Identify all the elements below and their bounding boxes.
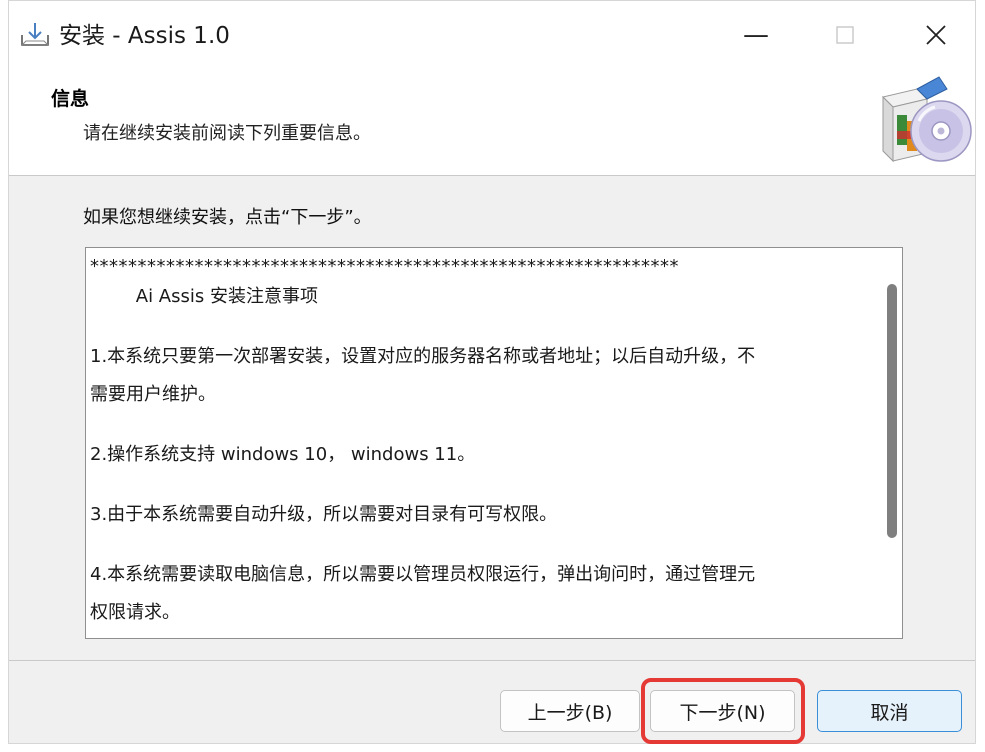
instruction-text: 如果您想继续安装，点击“下一步”。 xyxy=(83,207,372,228)
maximize-button[interactable] xyxy=(815,9,875,61)
next-button-highlight xyxy=(641,678,805,744)
close-icon xyxy=(926,25,946,45)
memo-scrollbar[interactable] xyxy=(874,248,902,638)
memo-line: 权限请求。 xyxy=(90,602,180,623)
memo-line: 3.由于本系统需要自动升级，所以需要对目录有可写权限。 xyxy=(90,504,558,525)
page-header: 信息 请在继续安装前阅读下列重要信息。 xyxy=(9,69,975,176)
footer-divider xyxy=(9,660,975,661)
memo-line: 2.操作系统支持 windows 10， windows 11。 xyxy=(90,444,476,465)
memo-line: 4.本系统需要读取电脑信息，所以需要以管理员权限运行，弹出询问时，通过管理元 xyxy=(90,564,756,585)
memo-heading: Ai Assis 安装注意事项 xyxy=(90,286,318,307)
memo-line: ****************************************… xyxy=(90,256,679,277)
cancel-button[interactable]: 取消 xyxy=(817,690,962,732)
installer-window: 安装 - Assis 1.0 — 信息 请在继续安装前阅读下列重要信息。 如果您… xyxy=(8,0,976,744)
info-memo[interactable]: ****************************************… xyxy=(85,247,903,639)
minimize-button[interactable]: — xyxy=(726,9,786,61)
page-subtitle: 请在继续安装前阅读下列重要信息。 xyxy=(83,123,371,144)
installer-download-icon xyxy=(21,23,49,46)
window-title: 安装 - Assis 1.0 xyxy=(59,23,230,49)
close-button[interactable] xyxy=(906,9,966,61)
info-memo-content: ****************************************… xyxy=(90,252,870,628)
memo-scroll-thumb[interactable] xyxy=(887,284,897,538)
maximize-icon xyxy=(836,26,854,44)
memo-line: 1.本系统只要第一次部署安装，设置对应的服务器名称或者地址；以后自动升级，不 xyxy=(90,346,756,367)
page-title: 信息 xyxy=(51,88,90,110)
title-bar: 安装 - Assis 1.0 — xyxy=(9,1,975,69)
back-button[interactable]: 上一步(B) xyxy=(500,690,640,732)
minimize-icon: — xyxy=(743,20,769,50)
setup-box-cd-icon xyxy=(882,76,972,163)
memo-line: 需要用户维护。 xyxy=(90,384,216,405)
